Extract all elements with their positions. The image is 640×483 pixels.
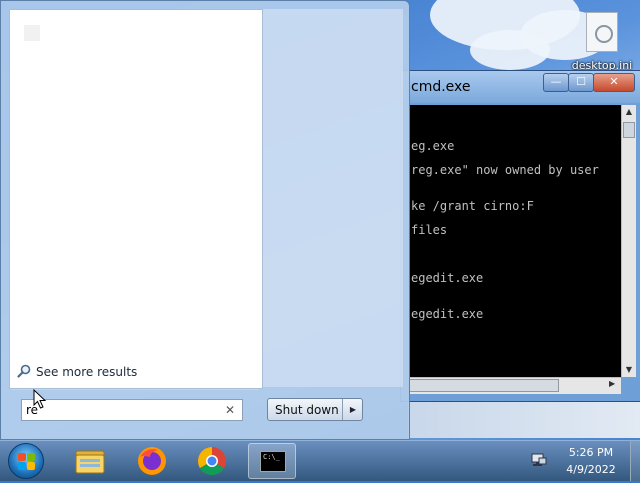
- see-more-results-label: See more results: [36, 365, 138, 379]
- console-line: ke /grant cirno:F: [411, 199, 534, 213]
- chrome-icon: [198, 447, 226, 475]
- windows-logo-icon: [18, 462, 26, 470]
- cmd-window[interactable]: cmd.exe — ☐ ✕ eg.exe reg.exe" now owned …: [400, 70, 640, 402]
- wallpaper-cloud: [470, 30, 550, 70]
- command-prompt-icon: C:\_: [260, 451, 286, 472]
- scrollbar-thumb[interactable]: [409, 379, 559, 392]
- search-results-pane: [9, 9, 263, 389]
- clock-time: 5:26 PM: [568, 446, 614, 459]
- scroll-down-icon[interactable]: ▼: [622, 363, 636, 377]
- shut-down-label: Shut down: [275, 403, 339, 417]
- start-menu-right-pane: [263, 9, 403, 387]
- show-desktop-button[interactable]: [630, 441, 640, 481]
- close-icon[interactable]: ✕: [222, 402, 238, 418]
- scrollbar-thumb[interactable]: [623, 122, 635, 138]
- network-icon[interactable]: [530, 451, 548, 469]
- search-result-item[interactable]: [20, 24, 250, 42]
- divider: [11, 389, 259, 390]
- console-output[interactable]: eg.exe reg.exe" now owned by user ke /gr…: [409, 105, 621, 377]
- see-more-results-link[interactable]: See more results: [15, 361, 195, 383]
- folder-icon: [75, 450, 105, 474]
- desktop-icon-desktop-ini[interactable]: desktop.ini: [570, 8, 634, 74]
- background-window: [408, 400, 640, 438]
- windows-logo-icon: [27, 462, 35, 470]
- maximize-button[interactable]: ☐: [568, 73, 594, 92]
- cmd-window-title: cmd.exe: [411, 79, 471, 95]
- taskbar-cmd-button[interactable]: C:\_: [248, 443, 296, 479]
- horizontal-scrollbar[interactable]: ▶: [409, 377, 621, 394]
- file-settings-icon: [586, 12, 618, 52]
- command-prompt-glyph: C:\_: [263, 453, 280, 461]
- program-icon: [24, 25, 40, 41]
- console-line: reg.exe" now owned by user: [411, 163, 599, 177]
- minimize-button[interactable]: —: [543, 73, 569, 92]
- windows-logo-icon: [18, 453, 26, 461]
- mouse-pointer-icon: [33, 389, 47, 409]
- close-button[interactable]: ✕: [593, 73, 635, 92]
- console-line: eg.exe: [411, 139, 455, 153]
- console-line: egedit.exe: [411, 307, 484, 321]
- scroll-up-icon[interactable]: ▲: [622, 105, 636, 119]
- search-box[interactable]: ✕: [21, 399, 243, 421]
- taskbar-chrome-button[interactable]: [188, 443, 236, 479]
- taskbar-explorer-button[interactable]: [66, 443, 114, 479]
- start-menu: See more results ✕ Shut down ▶: [0, 0, 410, 440]
- firefox-icon: [138, 447, 166, 475]
- windows-logo-icon: [27, 453, 35, 461]
- taskbar-firefox-button[interactable]: [128, 443, 176, 479]
- console-line: files: [411, 223, 448, 237]
- vertical-scrollbar[interactable]: ▲ ▼: [621, 105, 636, 377]
- start-button[interactable]: [8, 443, 44, 479]
- cmd-titlebar[interactable]: cmd.exe — ☐ ✕: [401, 71, 640, 103]
- console-line: egedit.exe: [411, 271, 484, 285]
- scroll-right-icon[interactable]: ▶: [609, 379, 615, 388]
- shut-down-button[interactable]: Shut down ▶: [267, 398, 363, 421]
- triangle-right-icon[interactable]: ▶: [342, 399, 363, 420]
- search-input[interactable]: [26, 402, 216, 418]
- taskbar: C:\_ 5:26 PM 4/9/2022: [0, 440, 640, 481]
- system-clock[interactable]: 5:26 PM 4/9/2022: [560, 444, 622, 478]
- magnifier-icon: [17, 364, 31, 378]
- clock-date: 4/9/2022: [566, 463, 616, 476]
